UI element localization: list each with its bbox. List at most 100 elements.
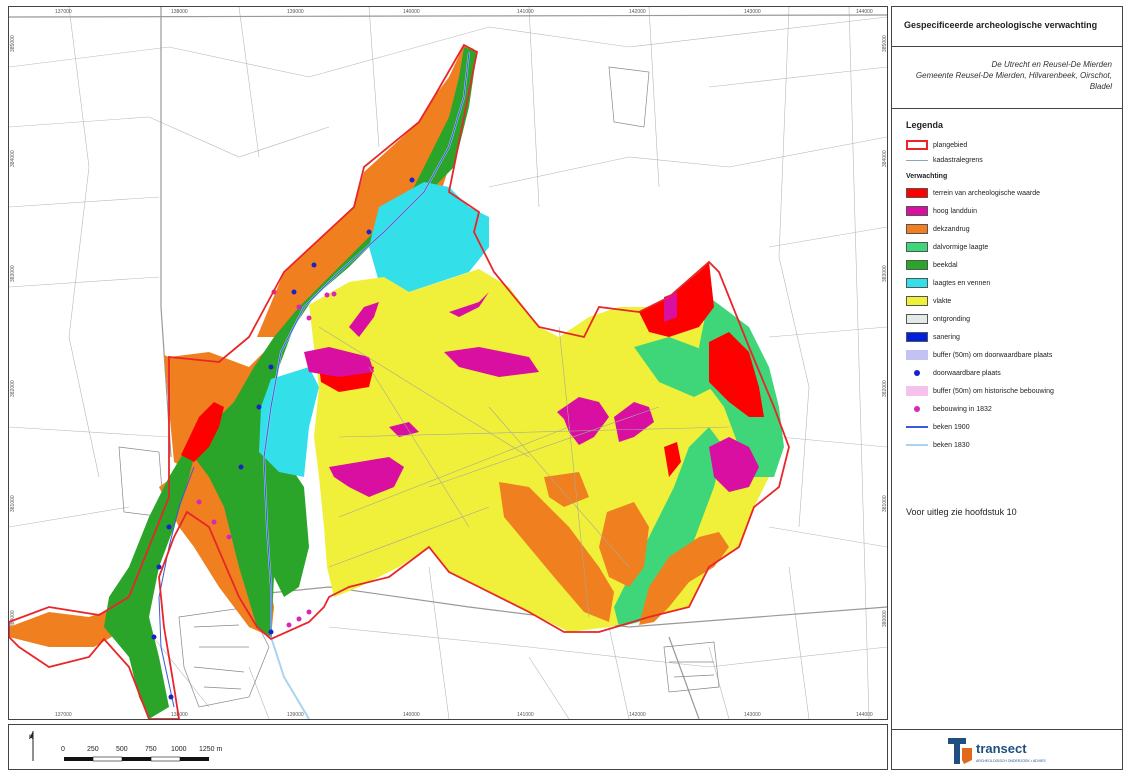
bebouwing-1832-swatch (906, 404, 928, 414)
grid-y-label: 380000 (882, 610, 887, 627)
legend-label: dekzandrug (933, 225, 970, 233)
legend-row: sanering (906, 331, 960, 343)
vlakte-swatch (906, 296, 928, 306)
map-panel[interactable]: 137000 138000 139000 140000 141000 14200… (8, 6, 888, 720)
subtitle-line: Bladel (1089, 82, 1112, 91)
legend-label: buffer (50m) om doorwaardbare plaats (933, 351, 1053, 359)
legend-label: laagtes en vennen (933, 279, 991, 287)
grid-x-label: 144000 (856, 9, 873, 15)
grid-x-label: 140000 (403, 712, 420, 718)
legend-label: beekdal (933, 261, 958, 269)
title-section: Gespecificeerde archeologische verwachti… (892, 7, 1122, 47)
legend-section-title: Verwachting (906, 173, 948, 180)
legend-row: dalvormige laagte (906, 241, 988, 253)
grid-x-label: 144000 (856, 712, 873, 718)
legend-label: sanering (933, 333, 960, 341)
kadastralegrens-swatch (906, 155, 928, 165)
legend-sidebar: Gespecificeerde archeologische verwachti… (891, 6, 1123, 770)
legend-row: beken 1830 (906, 439, 970, 451)
scale-label: 1250 m (199, 746, 223, 753)
grid-x-label: 139000 (287, 712, 304, 718)
logo-name: transect (976, 741, 1027, 756)
legend-label: ontgronding (933, 315, 970, 323)
legend-label: beken 1830 (933, 441, 970, 449)
buffer-historische-swatch (906, 386, 928, 396)
scale-ticks (64, 756, 209, 762)
legend-title: Legenda (906, 120, 944, 130)
scale-label: 250 (87, 746, 99, 753)
terrein-swatch (906, 188, 928, 198)
subtitle-line: Gemeente Reusel-De Mierden, Hilvarenbeek… (915, 71, 1112, 80)
legend-row: kadastralegrens (906, 154, 983, 166)
legend-label: beken 1900 (933, 423, 970, 431)
grid-y-label: 385000 (882, 35, 887, 52)
grid-y-label: 383000 (10, 265, 16, 282)
legend-label: hoog landduin (933, 207, 977, 215)
legend-label: buffer (50m) om historische bebouwing (933, 387, 1054, 395)
grid-y-label: 381000 (10, 495, 16, 512)
scalebar-panel: N 0 250 500 750 1000 1250 m (8, 724, 888, 770)
dekzandrug-swatch (906, 224, 928, 234)
grid-y-label: 382000 (882, 380, 887, 397)
scale-label: 0 (61, 746, 65, 753)
legend-row: bebouwing in 1832 (906, 403, 992, 415)
transect-logo-icon (948, 738, 972, 764)
grid-x-label: 137000 (55, 712, 72, 718)
legend-row: vlakte (906, 295, 951, 307)
scalebar: N 0 250 500 750 1000 1250 m (29, 731, 223, 762)
map-title: Gespecificeerde archeologische verwachti… (904, 20, 1098, 30)
legend-row: beken 1900 (906, 421, 970, 433)
grid-y-label: 384000 (10, 150, 16, 167)
landduin-swatch (906, 206, 928, 216)
beekdal-swatch (906, 260, 928, 270)
legend-label: plangebied (933, 141, 968, 149)
legend-section: Legenda plangebied kadastralegrens Verwa… (892, 109, 1122, 729)
grid-x-label: 138000 (171, 9, 188, 15)
legend-row: plangebied (906, 139, 967, 151)
scale-label: 500 (116, 746, 128, 753)
legend-label: doorwaardbare plaats (933, 369, 1001, 377)
grid-y-label: 383000 (882, 265, 887, 282)
legend-row: beekdal (906, 259, 958, 271)
dalvormige-laagte-swatch (906, 242, 928, 252)
scale-label: 750 (145, 746, 157, 753)
grid-x-label: 143000 (744, 9, 761, 15)
laagtes-swatch (906, 278, 928, 288)
grid-y-label: 384000 (882, 150, 887, 167)
plangebied-swatch (906, 140, 928, 150)
legend-row: hoog landduin (906, 205, 977, 217)
grid-x-label: 141000 (517, 9, 534, 15)
grid-y-label: 380000 (10, 610, 16, 627)
legend-row: buffer (50m) om doorwaardbare plaats (906, 349, 1052, 361)
legend-row: doorwaardbare plaats (906, 367, 1001, 379)
legend-label: terrein van archeologische waarde (933, 189, 1041, 197)
grid-y-label: 382000 (10, 380, 16, 397)
grid-x-label: 137000 (55, 9, 72, 15)
grid-y-label: 385000 (10, 35, 16, 52)
doorwaardbare-plaats-swatch (906, 368, 928, 378)
legend-row: buffer (50m) om historische bebouwing (906, 385, 1054, 397)
grid-x-label: 142000 (629, 9, 646, 15)
legend-label: dalvormige laagte (933, 243, 989, 251)
logo-section: transect ARCHEOLOGISCH ONDERZOEK • ADVIE… (892, 729, 1122, 769)
transect-logo: transect ARCHEOLOGISCH ONDERZOEK • ADVIE… (948, 738, 1046, 764)
grid-x-label: 143000 (744, 712, 761, 718)
north-label: N (29, 735, 33, 741)
sanering-swatch (906, 332, 928, 342)
legend-row: laagtes en vennen (906, 277, 990, 289)
note-text: Voor uitleg zie hoofdstuk 10 (906, 507, 1017, 517)
legend-label: vlakte (933, 297, 952, 305)
map-canvas[interactable]: 137000 138000 139000 140000 141000 14200… (9, 7, 887, 719)
grid-x-label: 142000 (629, 712, 646, 718)
north-arrow-icon: N (29, 731, 34, 761)
grid-x-label: 139000 (287, 9, 304, 15)
legend-row: ontgronding (906, 313, 970, 325)
subtitle-section: De Utrecht en Reusel-De Mierden Gemeente… (892, 47, 1122, 109)
beken-1830-swatch (906, 440, 928, 450)
beken-1900-swatch (906, 422, 928, 432)
grid-x-label: 140000 (403, 9, 420, 15)
legend-row: terrein van archeologische waarde (906, 187, 1040, 199)
grid-x-label: 141000 (517, 712, 534, 718)
legend-label: kadastralegrens (933, 156, 983, 164)
ontgronding-swatch (906, 314, 928, 324)
